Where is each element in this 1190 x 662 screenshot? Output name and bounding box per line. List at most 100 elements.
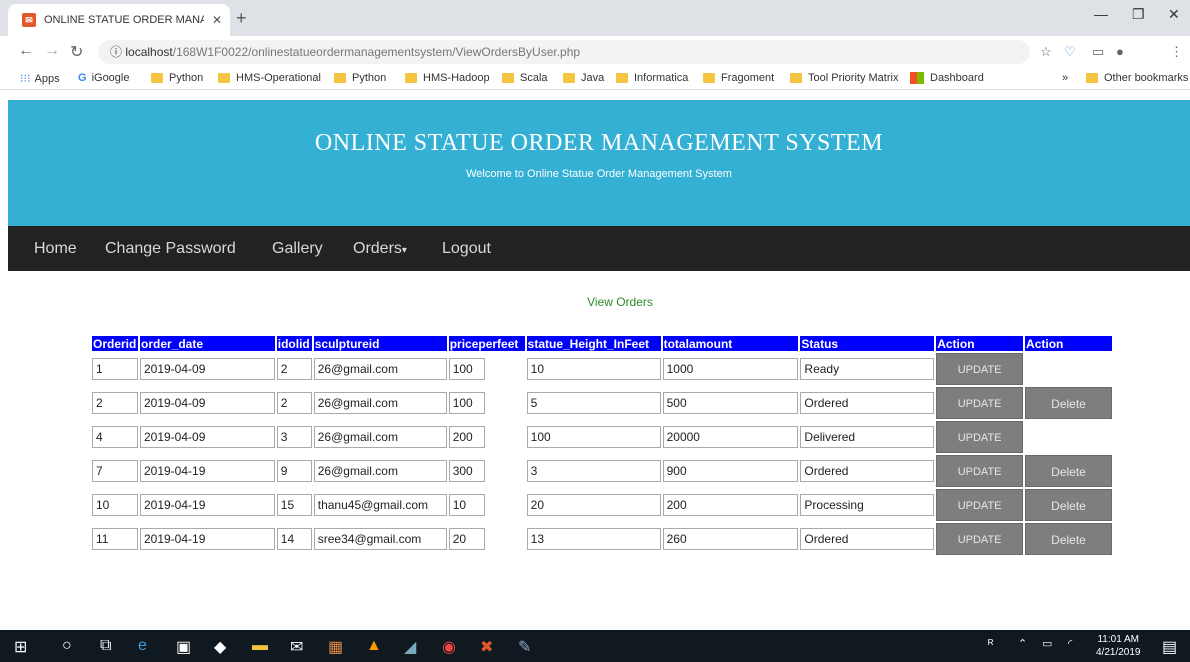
- archive-icon[interactable]: ▦: [328, 637, 343, 657]
- col-header-action-2: Action: [1025, 336, 1112, 351]
- cell-totalamount: 260: [662, 528, 799, 550]
- cell-priceperfeet: 10: [448, 494, 485, 516]
- cast-icon[interactable]: ▭: [1092, 44, 1104, 60]
- profile-icon[interactable]: ●: [1116, 44, 1124, 59]
- update-button[interactable]: UPDATE: [936, 523, 1024, 555]
- bookmark-dashboard[interactable]: Dashboard: [910, 72, 984, 84]
- cell-totalamount: 900: [662, 460, 799, 482]
- store-icon[interactable]: ▣: [176, 637, 191, 657]
- forward-icon[interactable]: →: [44, 42, 60, 60]
- col-header-totalamount: totalamount: [662, 336, 799, 351]
- folder-icon: [151, 73, 163, 83]
- bookmark-informatica[interactable]: Informatica: [616, 72, 688, 84]
- table-cell: 10: [448, 489, 525, 521]
- cell-status: Processing: [800, 494, 935, 516]
- mail-icon[interactable]: ✉: [290, 637, 303, 657]
- tray-arrow-icon[interactable]: ⌃: [1018, 637, 1027, 650]
- explorer-icon[interactable]: ▬: [252, 637, 268, 655]
- cell-sculptureid: sree34@gmail.com: [313, 528, 447, 550]
- delete-button[interactable]: Delete: [1025, 455, 1112, 487]
- notifications-icon[interactable]: ▤: [1162, 637, 1177, 657]
- cell-height: 10: [526, 358, 661, 380]
- minimize-icon[interactable]: —: [1094, 6, 1108, 22]
- site-header: ONLINE STATUE ORDER MANAGEMENT SYSTEM We…: [8, 100, 1190, 226]
- restore-icon[interactable]: ❐: [1132, 6, 1145, 23]
- bookmark-java[interactable]: Java: [563, 72, 604, 84]
- update-button[interactable]: UPDATE: [936, 489, 1024, 521]
- bookmark-fragoment[interactable]: Fragoment: [703, 72, 774, 84]
- reload-icon[interactable]: ↻: [70, 42, 83, 62]
- cell-idolid: 3: [276, 426, 312, 448]
- cell-height: 13: [526, 528, 661, 550]
- cell-orderid: 10: [92, 494, 138, 516]
- cell-priceperfeet: 100: [448, 358, 485, 380]
- delete-button[interactable]: Delete: [1025, 489, 1112, 521]
- battery-icon[interactable]: ▭: [1042, 637, 1052, 650]
- search-icon[interactable]: ○: [62, 637, 72, 655]
- bookmark-python-2[interactable]: Python: [334, 72, 386, 84]
- bookmark-overflow[interactable]: »: [1062, 72, 1068, 84]
- folder-icon: [616, 73, 628, 83]
- url-path: /168W1F0022/onlinestatueordermanagements…: [172, 45, 581, 59]
- update-button[interactable]: UPDATE: [936, 387, 1024, 419]
- star-icon[interactable]: ☆: [1040, 44, 1052, 60]
- window-close-icon[interactable]: ✕: [1168, 6, 1180, 23]
- cell-totalamount: 1000: [662, 358, 799, 380]
- folder-icon: [405, 73, 417, 83]
- bookmark-igoogle[interactable]: GiGoogle: [78, 72, 129, 84]
- update-button[interactable]: UPDATE: [936, 455, 1024, 487]
- paint-icon[interactable]: ✎: [518, 637, 531, 657]
- back-icon[interactable]: ←: [18, 42, 34, 60]
- new-tab-icon[interactable]: +: [236, 8, 247, 29]
- bookmark-hms-operational[interactable]: HMS-Operational: [218, 72, 321, 84]
- extension-icon[interactable]: ♡: [1064, 44, 1076, 60]
- task-view-icon[interactable]: ⧉: [100, 637, 111, 655]
- tab-bar: ✉ ONLINE STATUE ORDER MANAG ✕ + — ❐ ✕: [0, 0, 1190, 36]
- delete-button[interactable]: Delete: [1025, 523, 1112, 555]
- delete-button[interactable]: Delete: [1025, 387, 1112, 419]
- bookmark-scala[interactable]: Scala: [502, 72, 548, 84]
- table-cell: sree34@gmail.com: [313, 523, 447, 555]
- cell-height: 20: [526, 494, 661, 516]
- nav-change-password[interactable]: Change Password: [105, 240, 236, 258]
- table-cell: 2019-04-09: [139, 353, 275, 385]
- menu-icon[interactable]: ⋮: [1170, 44, 1183, 60]
- dashboard-icon: [910, 72, 924, 84]
- bookmark-hms-hadoop[interactable]: HMS-Hadoop: [405, 72, 490, 84]
- cell-height: 5: [526, 392, 661, 414]
- start-icon[interactable]: ⊞: [14, 637, 27, 657]
- other-bookmarks[interactable]: Other bookmarks: [1086, 72, 1188, 84]
- nav-home[interactable]: Home: [34, 240, 77, 258]
- bookmark-python[interactable]: Python: [151, 72, 203, 84]
- app-icon[interactable]: ◆: [214, 637, 226, 657]
- update-button[interactable]: UPDATE: [936, 421, 1024, 453]
- close-tab-icon[interactable]: ✕: [204, 13, 230, 27]
- col-header-status: Status: [800, 336, 935, 351]
- wifi-icon[interactable]: ◜: [1068, 637, 1072, 650]
- table-row: 1 2019-04-09 2 26@gmail.com 100 10 1000 Ready UP…: [92, 353, 1112, 385]
- table-cell: 26@gmail.com: [313, 353, 447, 385]
- browser-tab[interactable]: ✉ ONLINE STATUE ORDER MANAG ✕: [8, 4, 230, 36]
- table-cell: 2: [276, 353, 312, 385]
- chrome-icon[interactable]: ◉: [442, 637, 456, 657]
- table-cell: 500: [662, 387, 799, 419]
- bookmark-tool-priority-matrix[interactable]: Tool Priority Matrix: [790, 72, 898, 84]
- cell-orderid: 7: [92, 460, 138, 482]
- update-button[interactable]: UPDATE: [936, 353, 1024, 385]
- table-row: 4 2019-04-09 3 26@gmail.com 200 100 20000 Deliv…: [92, 421, 1112, 453]
- nav-logout[interactable]: Logout: [442, 240, 491, 258]
- vlc-icon[interactable]: ▲: [366, 637, 382, 655]
- nav-gallery[interactable]: Gallery: [272, 240, 323, 258]
- people-icon[interactable]: ᴿ: [988, 637, 993, 651]
- url-input[interactable]: ⓘ localhost/168W1F0022/onlinestatueorder…: [98, 40, 1030, 64]
- favicon-icon: ✉: [22, 13, 36, 27]
- tool-icon[interactable]: ◢: [404, 637, 416, 657]
- table-cell: UPDATE: [936, 489, 1024, 521]
- bookmark-apps[interactable]: ⁝⁝⁝ Apps: [20, 72, 60, 86]
- clock[interactable]: 11:01 AM 4/21/2019: [1096, 633, 1141, 659]
- xampp-icon[interactable]: ✖: [480, 637, 493, 657]
- table-cell: 2019-04-19: [139, 523, 275, 555]
- nav-orders[interactable]: Orders▾: [353, 240, 407, 258]
- table-cell: UPDATE: [936, 421, 1024, 453]
- edge-icon[interactable]: e: [138, 637, 147, 655]
